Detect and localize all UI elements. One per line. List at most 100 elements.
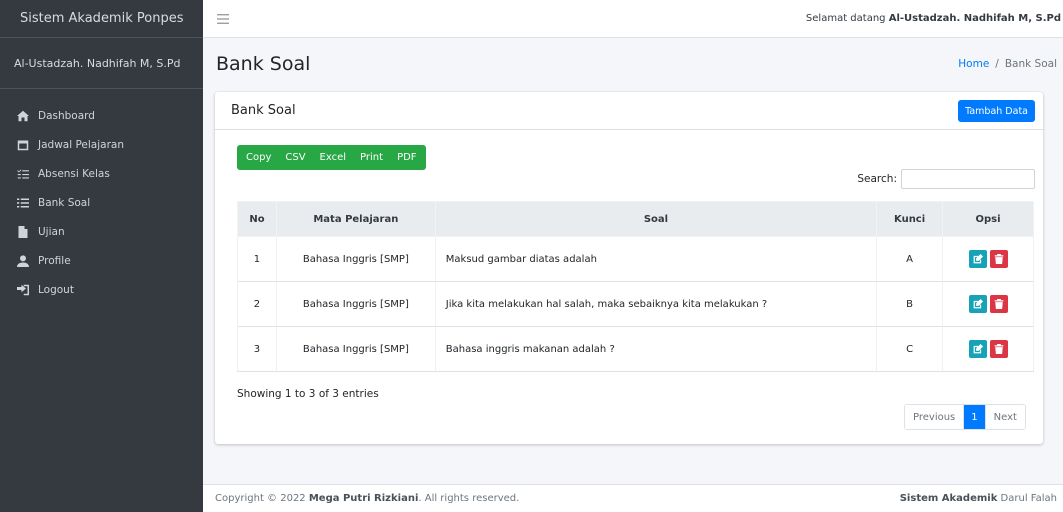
cell-mata-pelajaran: Bahasa Inggris [SMP]: [275, 236, 436, 282]
sidebar-item-label: Ujian: [38, 225, 65, 238]
pagination: Previous 1 Next: [904, 404, 1026, 430]
edit-icon: [973, 299, 983, 309]
home-icon: [15, 110, 31, 122]
delete-button[interactable]: [989, 295, 1008, 313]
edit-button[interactable]: [968, 295, 987, 313]
sidebar-item-ujian[interactable]: Ujian: [0, 217, 203, 246]
table-row: 3 Bahasa Inggris [SMP] Bahasa inggris ma…: [237, 326, 1034, 372]
print-button[interactable]: Print: [353, 145, 390, 170]
pdf-button[interactable]: PDF: [390, 145, 423, 170]
cell-opsi: [942, 281, 1034, 327]
sidebar: Sistem Akademik Ponpes Al-Ustadzah. Nadh…: [0, 0, 203, 512]
row-actions: [968, 295, 1008, 313]
sidebar-item-label: Profile: [38, 254, 71, 267]
file-icon: [15, 225, 31, 238]
edit-button[interactable]: [968, 250, 987, 268]
copyright-author: Mega Putri Rizkiani: [308, 493, 419, 504]
breadcrumb: Home / Bank Soal: [958, 58, 1057, 70]
column-header-mata-pelajaran[interactable]: Mata Pelajaran: [275, 201, 436, 237]
breadcrumb-home-link[interactable]: Home: [958, 58, 989, 70]
sidebar-item-logout[interactable]: Logout: [0, 275, 203, 304]
footer-app-bold: Sistem Akademik: [899, 493, 998, 504]
sidebar-item-label: Absensi Kelas: [38, 167, 110, 180]
column-header-kunci[interactable]: Kunci: [876, 201, 944, 237]
sidebar-item-label: Logout: [38, 283, 74, 296]
search-label: Search:: [857, 173, 897, 185]
copyright-prefix: Copyright © 2022: [215, 493, 306, 504]
table-row: 2 Bahasa Inggris [SMP] Jika kita melakuk…: [237, 281, 1034, 327]
add-data-button[interactable]: Tambah Data: [958, 100, 1035, 122]
list-icon: [15, 197, 31, 209]
footer: Copyright © 2022 Mega Putri Rizkiani. Al…: [203, 484, 1063, 512]
cell-no: 3: [237, 326, 277, 372]
footer-copyright: Copyright © 2022 Mega Putri Rizkiani. Al…: [215, 493, 519, 504]
pagination-previous-button[interactable]: Previous: [905, 405, 964, 429]
search-input[interactable]: [901, 169, 1035, 189]
bank-soal-table: No Mata Pelajaran Soal Kunci Opsi 1 Baha…: [237, 201, 1034, 372]
bank-soal-card: Bank Soal Tambah Data Copy CSV Excel Pri…: [215, 92, 1043, 444]
sidebar-item-dashboard[interactable]: Dashboard: [0, 101, 203, 130]
cell-soal: Maksud gambar diatas adalah: [434, 236, 878, 282]
cell-mata-pelajaran: Bahasa Inggris [SMP]: [275, 281, 436, 327]
sidebar-nav: Dashboard Jadwal Pelajaran Absensi Kelas…: [0, 89, 203, 304]
brand-link[interactable]: Sistem Akademik Ponpes: [0, 0, 203, 38]
cell-no: 2: [237, 281, 277, 327]
card-title: Bank Soal: [231, 103, 296, 118]
logout-icon: [15, 284, 31, 296]
page-title: Bank Soal: [216, 53, 311, 75]
export-button-group: Copy CSV Excel Print PDF: [237, 145, 426, 170]
sidebar-item-profile[interactable]: Profile: [0, 246, 203, 275]
breadcrumb-separator: /: [995, 58, 999, 70]
pagination-next-button[interactable]: Next: [984, 405, 1025, 429]
row-actions: [968, 250, 1008, 268]
edit-icon: [973, 344, 983, 354]
sidebar-item-label: Bank Soal: [38, 196, 91, 209]
welcome-prefix: Selamat datang: [805, 13, 886, 24]
delete-button[interactable]: [989, 340, 1008, 358]
content-header: Bank Soal Home / Bank Soal: [203, 38, 1063, 90]
menu-toggle-icon[interactable]: [217, 13, 229, 24]
user-name: Al-Ustadzah. Nadhifah M, S.Pd: [14, 56, 181, 70]
breadcrumb-current: Bank Soal: [1004, 58, 1057, 70]
table-header-row: No Mata Pelajaran Soal Kunci Opsi: [237, 201, 1034, 237]
column-header-opsi[interactable]: Opsi: [942, 201, 1034, 237]
trash-icon: [994, 299, 1003, 309]
row-actions: [968, 340, 1008, 358]
calendar-icon: [15, 139, 31, 151]
edit-icon: [973, 254, 983, 264]
user-panel[interactable]: Al-Ustadzah. Nadhifah M, S.Pd: [0, 38, 203, 89]
cell-kunci: B: [876, 281, 944, 327]
cell-soal: Jika kita melakukan hal salah, maka seba…: [434, 281, 878, 327]
footer-app-rest: Darul Falah: [1000, 493, 1057, 504]
cell-opsi: [942, 326, 1034, 372]
copyright-rights: . All rights reserved.: [418, 493, 520, 504]
column-header-soal[interactable]: Soal: [434, 201, 878, 237]
delete-button[interactable]: [989, 250, 1008, 268]
sidebar-item-label: Dashboard: [38, 109, 95, 122]
trash-icon: [994, 344, 1003, 354]
excel-button[interactable]: Excel: [313, 145, 354, 170]
card-header: Bank Soal Tambah Data: [215, 92, 1043, 130]
cell-kunci: C: [876, 326, 944, 372]
sidebar-item-jadwal-pelajaran[interactable]: Jadwal Pelajaran: [0, 130, 203, 159]
cell-opsi: [942, 236, 1034, 282]
pagination-page-button[interactable]: 1: [963, 405, 985, 429]
table-row: 1 Bahasa Inggris [SMP] Maksud gambar dia…: [237, 236, 1034, 282]
sidebar-item-label: Jadwal Pelajaran: [38, 138, 124, 151]
csv-button[interactable]: CSV: [278, 145, 312, 170]
trash-icon: [994, 254, 1003, 264]
sidebar-item-absensi-kelas[interactable]: Absensi Kelas: [0, 159, 203, 188]
sidebar-item-bank-soal[interactable]: Bank Soal: [0, 188, 203, 217]
column-header-no[interactable]: No: [237, 201, 277, 237]
cell-soal: Bahasa inggris makanan adalah ?: [434, 326, 878, 372]
welcome-text: Selamat datang Al-Ustadzah. Nadhifah M, …: [806, 13, 1061, 24]
user-icon: [15, 254, 31, 267]
table-info: Showing 1 to 3 of 3 entries: [237, 388, 379, 400]
cell-mata-pelajaran: Bahasa Inggris [SMP]: [275, 326, 436, 372]
edit-button[interactable]: [968, 340, 987, 358]
welcome-name: Al-Ustadzah. Nadhifah M, S.Pd: [888, 13, 1061, 24]
copy-button[interactable]: Copy: [239, 145, 278, 170]
checklist-icon: [15, 168, 31, 180]
cell-no: 1: [237, 236, 277, 282]
cell-kunci: A: [876, 236, 944, 282]
